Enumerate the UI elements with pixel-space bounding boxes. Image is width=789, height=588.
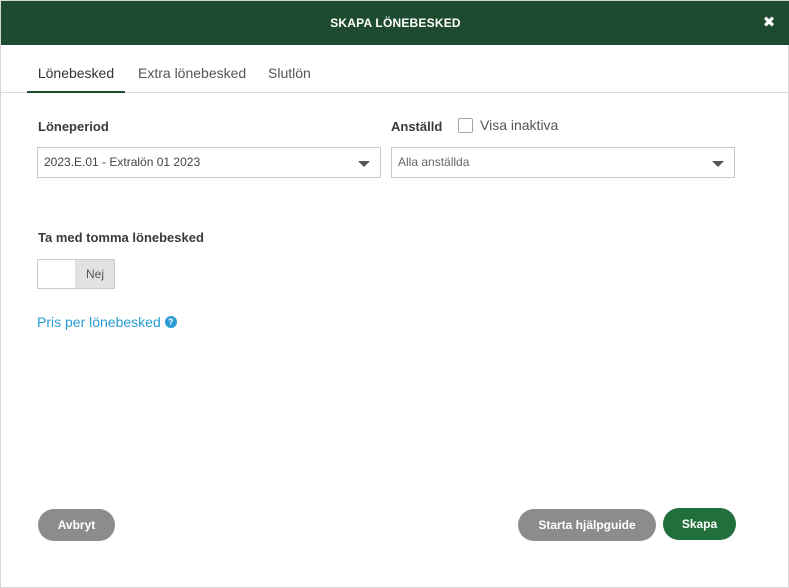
employee-label: Anställd [391, 119, 443, 134]
close-icon[interactable]: ✖ [762, 14, 776, 32]
help-icon[interactable]: ? [164, 316, 177, 328]
tab-slutlon[interactable]: Slutlön [268, 45, 311, 92]
start-guide-button[interactable]: Starta hjälpguide [518, 509, 656, 541]
dialog-header: SKAPA LÖNEBESKED ✖ [1, 1, 789, 45]
create-button[interactable]: Skapa [663, 508, 736, 540]
tab-bar: Lönebesked Extra lönebesked Slutlön [1, 45, 789, 93]
show-inactive-checkbox[interactable] [458, 117, 473, 133]
create-payslip-dialog: SKAPA LÖNEBESKED ✖ Lönebesked Extra löne… [0, 0, 789, 588]
show-inactive-toggle[interactable]: Visa inaktiva [458, 117, 558, 133]
dialog-title: SKAPA LÖNEBESKED [330, 16, 461, 30]
period-label: Löneperiod [38, 119, 109, 134]
chevron-down-icon [712, 161, 724, 167]
switch-knob [38, 260, 76, 288]
include-empty-switch[interactable]: Nej [37, 259, 115, 289]
tab-extra-lonebesked[interactable]: Extra lönebesked [138, 45, 246, 92]
tab-lonebesked[interactable]: Lönebesked [27, 45, 125, 93]
cancel-button[interactable]: Avbryt [38, 509, 115, 541]
price-link-text: Pris per lönebesked [37, 314, 161, 330]
period-select-value: 2023.E.01 - Extralön 01 2023 [44, 155, 201, 169]
price-per-payslip-link[interactable]: Pris per lönebesked ? [37, 314, 177, 330]
employee-select-value: Alla anställda [398, 155, 470, 169]
period-select[interactable]: 2023.E.01 - Extralön 01 2023 [37, 147, 381, 178]
switch-state-label: Nej [76, 260, 114, 288]
show-inactive-label: Visa inaktiva [480, 117, 559, 133]
include-empty-label: Ta med tomma lönebesked [38, 230, 204, 245]
chevron-down-icon [358, 161, 370, 167]
employee-select[interactable]: Alla anställda [391, 147, 735, 178]
